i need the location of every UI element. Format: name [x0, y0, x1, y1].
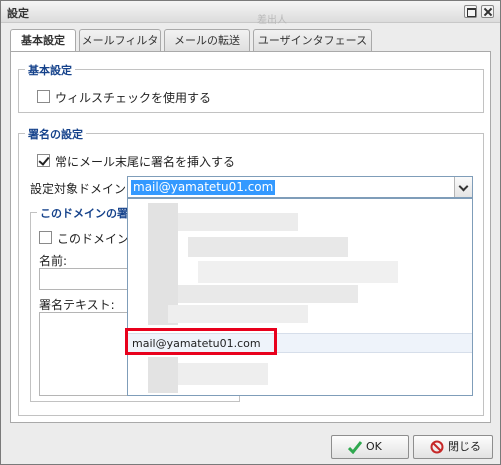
checkmark-icon	[348, 441, 362, 454]
ok-label: OK	[366, 440, 382, 453]
target-domain-label: 設定対象ドメイン:	[30, 182, 131, 196]
use-domain-signature-checkbox[interactable]	[39, 231, 52, 244]
obscured-option	[178, 213, 298, 231]
annotation-highlight-box	[125, 328, 277, 355]
tab-mail-forwarding[interactable]: メールの転送	[164, 29, 250, 52]
ok-button[interactable]: OK	[331, 435, 409, 459]
virus-check-label: ウィルスチェックを使用する	[55, 91, 212, 105]
obscured-option	[198, 261, 398, 283]
domain-dropdown-list[interactable]: mail@yamatetu01.com	[127, 198, 473, 396]
obscured-option	[168, 305, 308, 323]
background-window-title: 差出人	[257, 15, 287, 26]
close-label: 閉じる	[448, 440, 481, 453]
tab-user-interface[interactable]: ユーザインタフェース	[253, 29, 372, 52]
always-insert-signature-checkbox[interactable]	[37, 154, 50, 167]
prohibited-icon	[430, 440, 444, 454]
basic-settings-fieldset: 基本設定 ウィルスチェックを使用する	[18, 62, 484, 113]
signature-text-label: 署名テキスト:	[39, 298, 115, 312]
obscured-option	[188, 237, 348, 257]
dialog-title: 設定	[7, 7, 29, 20]
settings-dialog: 設定 差出人 基本設定 メールフィルタ メールの転送 ユーザインタフェース 基本…	[0, 0, 501, 465]
maximize-icon[interactable]	[464, 5, 477, 18]
basic-settings-legend: 基本設定	[25, 62, 75, 78]
tab-basic-settings[interactable]: 基本設定	[10, 29, 76, 53]
target-domain-select[interactable]: mail@yamatetu01.com	[127, 176, 473, 198]
obscured-option	[148, 357, 178, 393]
name-label: 名前:	[39, 254, 68, 268]
virus-check-checkbox[interactable]	[37, 90, 50, 103]
domain-signature-legend: このドメインの署	[37, 205, 131, 221]
title-bar[interactable]: 設定 差出人	[1, 1, 500, 26]
chevron-down-icon[interactable]	[454, 177, 472, 197]
signature-settings-legend: 署名の設定	[25, 126, 86, 142]
target-domain-value: mail@yamatetu01.com	[131, 180, 276, 195]
close-icon[interactable]	[481, 5, 494, 18]
obscured-option	[178, 285, 358, 303]
obscured-option	[178, 363, 268, 385]
tab-mail-filter[interactable]: メールフィルタ	[79, 29, 161, 52]
always-insert-signature-label: 常にメール末尾に署名を挿入する	[55, 155, 236, 169]
close-button[interactable]: 閉じる	[413, 435, 493, 459]
